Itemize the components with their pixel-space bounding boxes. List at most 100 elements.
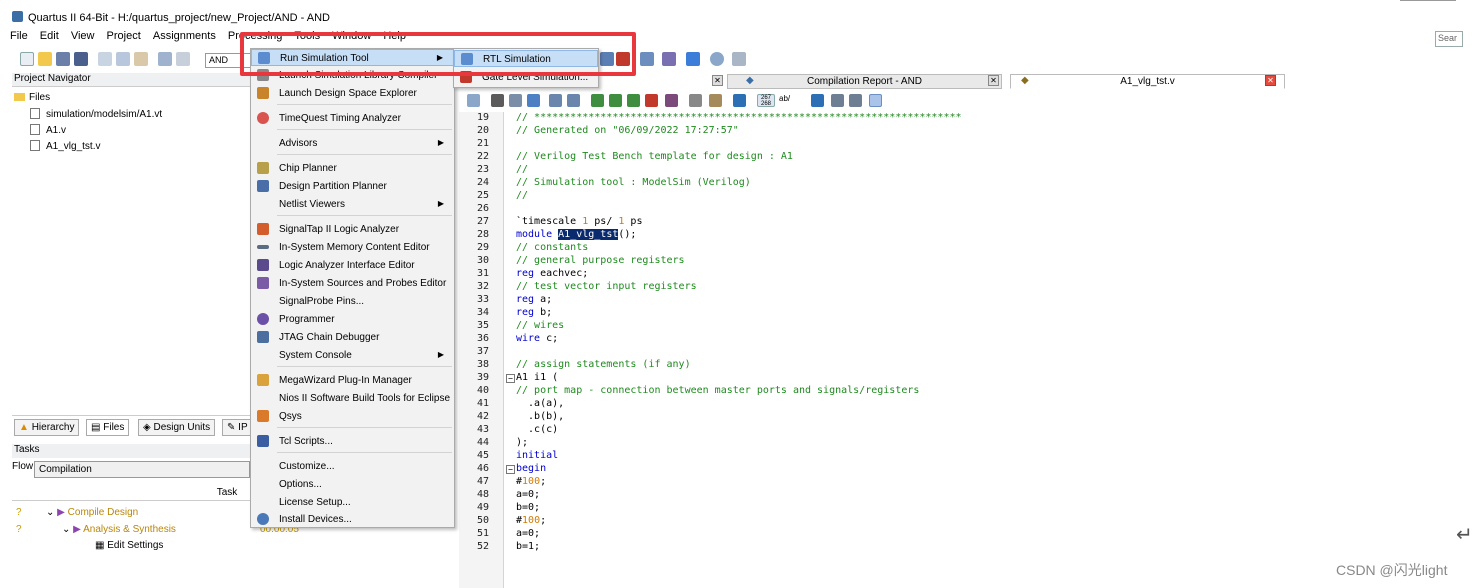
code-line[interactable]: 23 // <box>459 164 1159 177</box>
code-line[interactable]: 50 #100; <box>459 515 1159 528</box>
code-line[interactable]: 20 // Generated on "06/09/2022 17:27:57" <box>459 125 1159 138</box>
menu-item-signalprobe-pins[interactable]: SignalProbe Pins... <box>251 293 454 310</box>
goto-icon[interactable] <box>527 94 540 107</box>
menu-item-system-console[interactable]: System Console ▶ <box>251 347 454 364</box>
menu-item-netlist-viewers[interactable]: Netlist Viewers ▶ <box>251 196 454 213</box>
cut-icon[interactable] <box>98 52 112 66</box>
menu-item-design-partition-planner[interactable]: Design Partition Planner <box>251 178 454 195</box>
code-line[interactable]: 49 b=0; <box>459 502 1159 515</box>
chevron-down-icon[interactable]: ⌄ <box>62 524 70 535</box>
undo-icon[interactable] <box>158 52 172 66</box>
flow-select[interactable]: Compilation <box>34 461 250 478</box>
attach-icon[interactable] <box>689 94 702 107</box>
menu-file[interactable]: File <box>10 30 28 42</box>
code-line[interactable]: 32 // test vector input registers <box>459 281 1159 294</box>
close-icon[interactable]: ✕ <box>712 75 723 86</box>
menu-item-megawizard[interactable]: MegaWizard Plug-In Manager <box>251 372 454 389</box>
comment-icon[interactable] <box>665 94 678 107</box>
save-all-icon[interactable] <box>74 52 88 66</box>
menu-project[interactable]: Project <box>107 30 141 42</box>
code-line[interactable]: 29 // constants <box>459 242 1159 255</box>
search-input[interactable]: Sear <box>1435 31 1463 47</box>
fold-toggle-icon[interactable]: − <box>506 374 515 383</box>
tab-ip[interactable]: ✎ IP <box>222 419 253 436</box>
menu-item-sources-probes[interactable]: In-System Sources and Probes Editor <box>251 275 454 292</box>
code-line[interactable]: 19 // ***********************************… <box>459 112 1159 125</box>
wrap-icon[interactable] <box>831 94 844 107</box>
code-line[interactable]: 45 initial <box>459 450 1159 463</box>
redo-icon[interactable] <box>176 52 190 66</box>
new-file-icon[interactable] <box>20 52 34 66</box>
code-line[interactable]: 52 b=1; <box>459 541 1159 554</box>
code-line[interactable]: 24 // Simulation tool : ModelSim (Verilog… <box>459 177 1159 190</box>
insert-template-icon[interactable] <box>467 94 480 107</box>
find-replace-icon[interactable] <box>509 94 522 107</box>
menu-item-install-devices[interactable]: Install Devices... <box>251 511 454 528</box>
code-line[interactable]: 22 // Verilog Test Bench template for des… <box>459 151 1159 164</box>
code-line[interactable]: 48 a=0; <box>459 489 1159 502</box>
line-counter[interactable]: 267 268 <box>757 94 775 107</box>
menu-item-signaltap[interactable]: SignalTap II Logic Analyzer <box>251 221 454 238</box>
arrow-icon[interactable] <box>811 94 824 107</box>
code-line[interactable]: 25 // <box>459 190 1159 203</box>
code-line[interactable]: 30 // general purpose registers <box>459 255 1159 268</box>
code-line[interactable]: 43 .c(c) <box>459 424 1159 437</box>
code-line[interactable]: 47 #100; <box>459 476 1159 489</box>
feedback-icon[interactable] <box>732 52 746 66</box>
save-icon[interactable] <box>56 52 70 66</box>
open-folder-icon[interactable] <box>38 52 52 66</box>
help-icon[interactable] <box>710 52 724 66</box>
code-line[interactable]: 44); <box>459 437 1159 450</box>
menu-item-jtag-chain-debugger[interactable]: JTAG Chain Debugger <box>251 329 454 346</box>
code-line[interactable]: 33 reg a; <box>459 294 1159 307</box>
code-line[interactable]: 21 <box>459 138 1159 151</box>
menu-item-qsys[interactable]: Qsys <box>251 408 454 425</box>
syntax-check-icon[interactable] <box>733 94 746 107</box>
menu-edit[interactable]: Edit <box>40 30 59 42</box>
menu-item-options[interactable]: Options... <box>251 476 454 493</box>
menu-item-launch-design-space-explorer[interactable]: Launch Design Space Explorer <box>251 85 454 102</box>
code-line[interactable]: 41 .a(a), <box>459 398 1159 411</box>
code-line[interactable]: 34 reg b; <box>459 307 1159 320</box>
menu-item-timequest[interactable]: TimeQuest Timing Analyzer <box>251 110 454 127</box>
menu-item-advisors[interactable]: Advisors ▶ <box>251 135 454 152</box>
prev-bookmark-icon[interactable] <box>627 94 640 107</box>
columns-icon[interactable] <box>849 94 862 107</box>
menu-item-nios-ii-sbt[interactable]: Nios II Software Build Tools for Eclipse <box>251 390 454 407</box>
code-line[interactable]: 37 <box>459 346 1159 359</box>
play-icon[interactable]: ▶ <box>73 524 81 535</box>
code-line[interactable]: 35 // wires <box>459 320 1159 333</box>
tab-files[interactable]: ▤ Files <box>86 419 130 436</box>
menu-item-license-setup[interactable]: License Setup... <box>251 494 454 511</box>
chevron-down-icon[interactable]: ⌄ <box>46 507 54 518</box>
menu-assignments[interactable]: Assignments <box>153 30 216 42</box>
menu-item-memory-content-editor[interactable]: In-System Memory Content Editor <box>251 239 454 256</box>
spell-check-button[interactable]: ab/ <box>779 94 795 107</box>
next-bookmark-icon[interactable] <box>609 94 622 107</box>
bookmark-icon[interactable] <box>591 94 604 107</box>
file-item[interactable]: simulation/modelsim/A1.vt <box>30 108 162 120</box>
tab-compilation-report[interactable]: ◆ Compilation Report - AND <box>727 74 1002 89</box>
code-line[interactable]: 51 a=0; <box>459 528 1159 541</box>
tab-hierarchy[interactable]: ▲ Hierarchy <box>14 419 80 436</box>
code-line[interactable]: 40 // port map - connection between maste… <box>459 385 1159 398</box>
fold-toggle-icon[interactable]: − <box>506 465 515 474</box>
file-item[interactable]: A1_vlg_tst.v <box>30 140 100 152</box>
code-line[interactable]: 36 wire c; <box>459 333 1159 346</box>
close-icon[interactable]: ✕ <box>988 75 999 86</box>
script-icon[interactable] <box>709 94 722 107</box>
code-line[interactable]: 38 // assign statements (if any) <box>459 359 1159 372</box>
code-line[interactable]: 28 module A1_vlg_tst(); <box>459 229 1159 242</box>
signaltap-icon[interactable] <box>686 52 700 66</box>
clear-bookmarks-icon[interactable] <box>645 94 658 107</box>
code-line[interactable]: 26 <box>459 203 1159 216</box>
layout-icon[interactable] <box>869 94 882 107</box>
code-line[interactable]: 46 − begin <box>459 463 1159 476</box>
tab-a1-vlg-tst[interactable]: ◆ A1_vlg_tst.v <box>1010 74 1285 89</box>
play-icon[interactable]: ▶ <box>57 507 65 518</box>
menu-item-programmer[interactable]: Programmer <box>251 311 454 328</box>
find-icon[interactable] <box>491 94 504 107</box>
file-item[interactable]: A1.v <box>30 124 66 136</box>
code-line[interactable]: 39 − A1 i1 ( <box>459 372 1159 385</box>
files-root[interactable]: Files <box>14 92 50 103</box>
